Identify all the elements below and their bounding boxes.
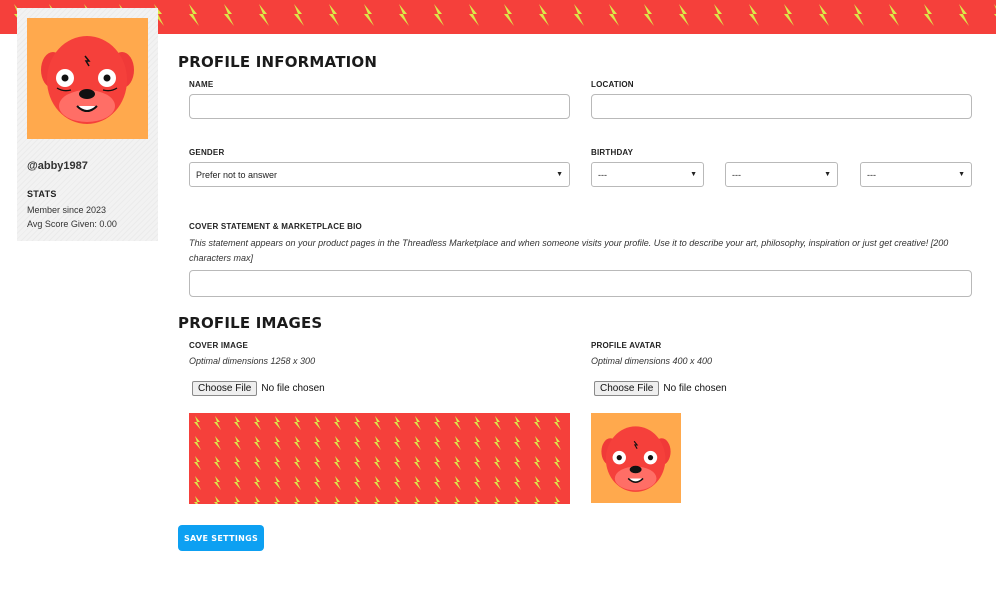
bio-input[interactable] — [189, 270, 972, 297]
avatar-file-picker: Choose File No file chosen — [594, 381, 727, 396]
member-since: Member since 2023 — [27, 205, 107, 215]
profile-avatar-hint: Optimal dimensions 400 x 400 — [591, 356, 713, 366]
name-input[interactable] — [189, 94, 570, 119]
bulldog-avatar-icon — [41, 36, 134, 124]
save-settings-button[interactable]: SAVE SETTINGS — [178, 525, 264, 551]
avg-score: Avg Score Given: 0.00 — [27, 219, 117, 229]
cover-choose-file-button[interactable]: Choose File — [192, 381, 258, 396]
chevron-down-icon: ▼ — [824, 171, 831, 178]
bulldog-avatar-icon — [601, 426, 671, 492]
profile-settings-page: @abby1987 STATS Member since 2023 Avg Sc… — [0, 0, 996, 589]
birthday-day-value: --- — [732, 169, 741, 180]
lightning-pattern — [189, 413, 570, 504]
bio-label: COVER STATEMENT & MARKETPLACE BIO — [189, 222, 362, 231]
profile-images-heading: PROFILE IMAGES — [178, 314, 323, 332]
name-label: NAME — [189, 80, 214, 89]
gender-select[interactable]: Prefer not to answer ▼ — [189, 162, 570, 187]
username: @abby1987 — [27, 160, 88, 172]
avatar-no-file-text: No file chosen — [663, 383, 727, 394]
birthday-year-select[interactable]: --- ▼ — [860, 162, 972, 187]
birthday-label: BIRTHDAY — [591, 148, 634, 157]
birthday-month-value: --- — [598, 169, 607, 180]
avatar — [27, 18, 148, 139]
cover-image-preview — [189, 413, 570, 504]
cover-file-picker: Choose File No file chosen — [192, 381, 325, 396]
profile-avatar-label: PROFILE AVATAR — [591, 341, 662, 350]
cover-image-hint: Optimal dimensions 1258 x 300 — [189, 356, 316, 366]
stats-heading: STATS — [27, 189, 57, 199]
chevron-down-icon: ▼ — [690, 171, 697, 178]
gender-label: GENDER — [189, 148, 225, 157]
bio-hint: This statement appears on your product p… — [189, 238, 949, 263]
avatar-choose-file-button[interactable]: Choose File — [594, 381, 660, 396]
cover-no-file-text: No file chosen — [261, 383, 325, 394]
birthday-year-value: --- — [867, 169, 876, 180]
birthday-day-select[interactable]: --- ▼ — [725, 162, 838, 187]
avatar-preview — [591, 413, 681, 503]
cover-image-label: COVER IMAGE — [189, 341, 249, 350]
location-label: LOCATION — [591, 80, 634, 89]
location-input[interactable] — [591, 94, 972, 119]
gender-value: Prefer not to answer — [196, 169, 278, 180]
chevron-down-icon: ▼ — [556, 171, 563, 178]
birthday-month-select[interactable]: --- ▼ — [591, 162, 704, 187]
profile-sidebar: @abby1987 STATS Member since 2023 Avg Sc… — [17, 8, 158, 241]
profile-information-heading: PROFILE INFORMATION — [178, 53, 378, 71]
chevron-down-icon: ▼ — [958, 171, 965, 178]
